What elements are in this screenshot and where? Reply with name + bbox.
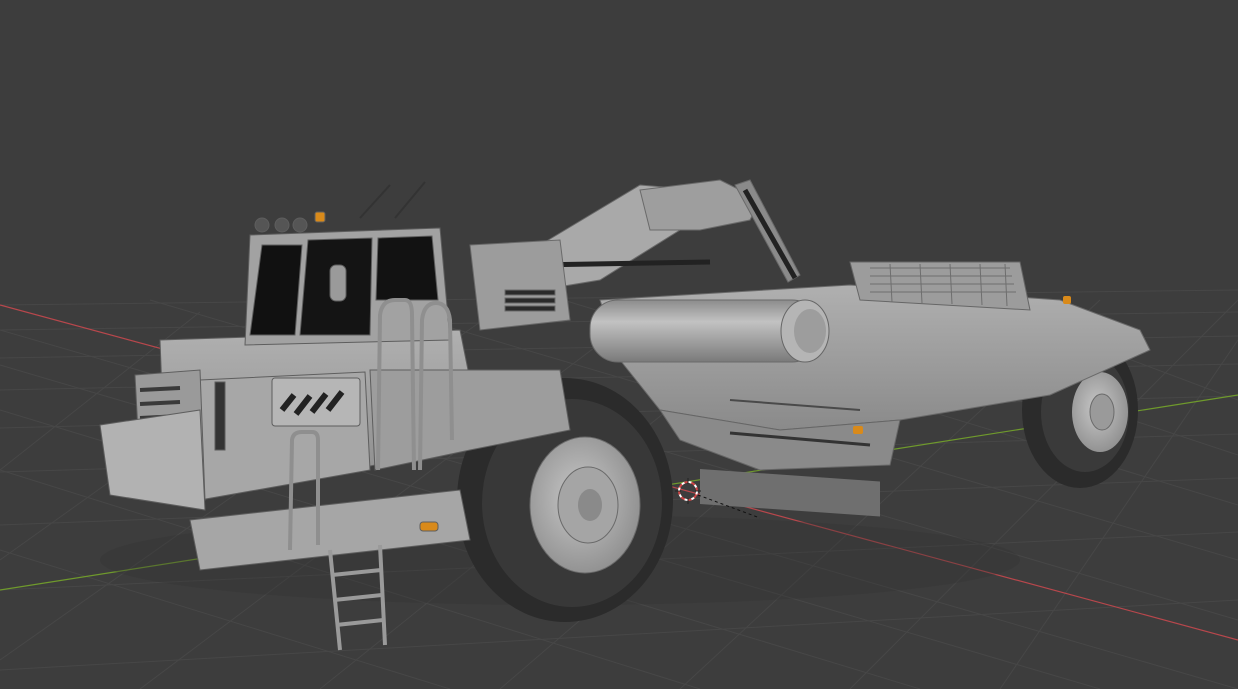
rear-beacon bbox=[1063, 296, 1071, 304]
viewport-canvas[interactable] bbox=[0, 0, 1238, 689]
side-marker bbox=[853, 426, 863, 434]
gooseneck-tube bbox=[589, 299, 830, 363]
cab-beacon bbox=[314, 211, 326, 223]
front-indicator bbox=[419, 521, 439, 532]
3d-viewport[interactable] bbox=[0, 0, 1238, 689]
operator-cab bbox=[244, 181, 451, 346]
